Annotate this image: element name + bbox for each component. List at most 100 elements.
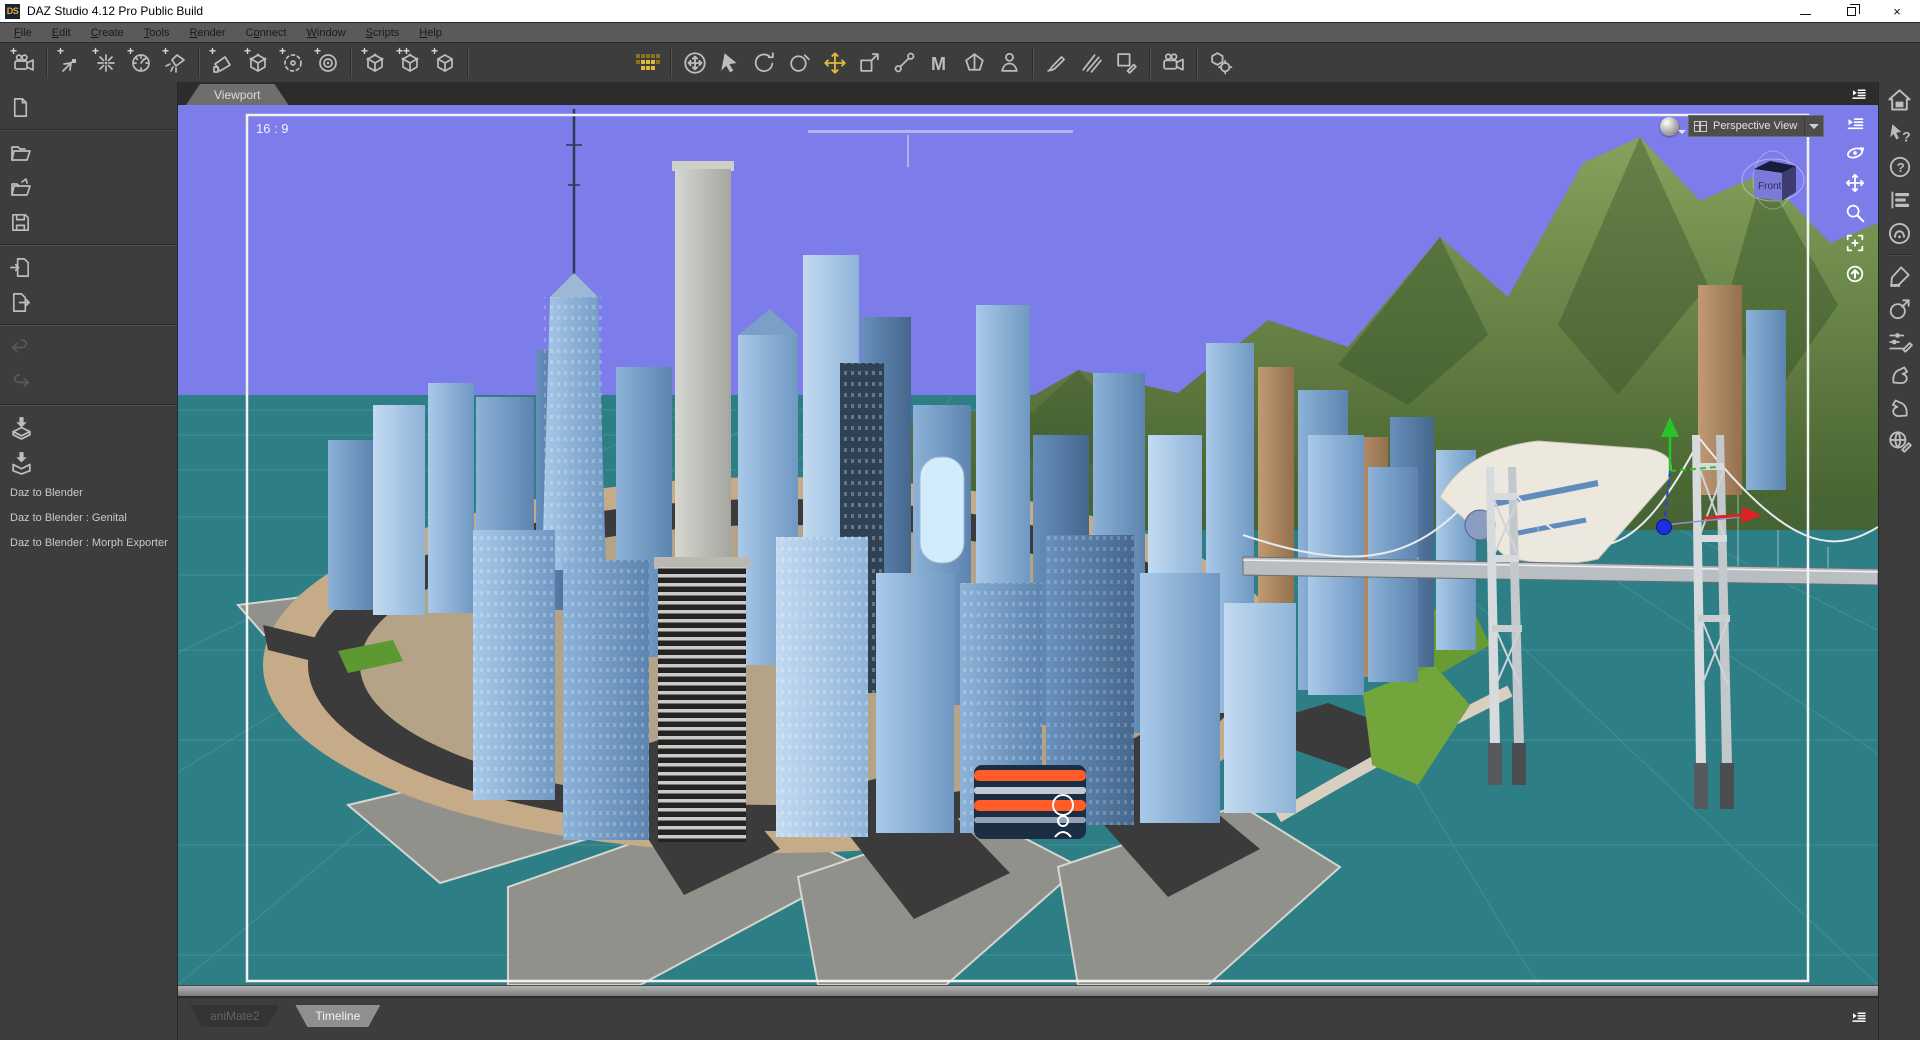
whats-this-icon[interactable]: [1887, 121, 1913, 147]
viewport-camera-controls: [1844, 113, 1866, 284]
rotate-tool-icon[interactable]: [747, 47, 782, 79]
new-node-instances-icon[interactable]: ++: [392, 45, 427, 79]
aspect-ratio-label: 16 : 9: [256, 121, 289, 136]
viewport-layout-icon: [1694, 120, 1707, 132]
save-icon[interactable]: [0, 205, 177, 240]
tab-viewport[interactable]: Viewport: [186, 84, 288, 105]
help-icon[interactable]: [1887, 154, 1913, 180]
daz-home-icon[interactable]: [1886, 87, 1913, 114]
universal-tool-icon[interactable]: [677, 47, 712, 79]
pane-options-icon[interactable]: [1845, 113, 1866, 134]
environment-globe-icon[interactable]: [1887, 428, 1913, 454]
close-button[interactable]: ×: [1874, 0, 1920, 22]
view-selector-label: Perspective View: [1713, 120, 1798, 132]
configure-pen-icon[interactable]: [1887, 263, 1913, 289]
toolbar-separator: [1149, 47, 1151, 78]
sidebar-separator: [0, 404, 177, 406]
tab-animate2[interactable]: aniMate2: [190, 1005, 279, 1027]
toolbar-separator: [198, 47, 200, 78]
undo-icon[interactable]: [0, 330, 177, 365]
new-primitive-icon[interactable]: +: [205, 45, 240, 79]
orbit-camera-icon[interactable]: [1844, 142, 1866, 164]
joint-editor-icon[interactable]: [887, 47, 922, 79]
new-file-icon[interactable]: [0, 90, 177, 125]
sphere-arrow-icon[interactable]: [1887, 296, 1913, 322]
new-sun-light-icon[interactable]: +: [123, 45, 158, 79]
main-toolbar: + + + + + + + + + + ++ + M: [0, 42, 1920, 82]
twist-tool-icon[interactable]: [782, 47, 817, 79]
merge-file-icon[interactable]: [0, 170, 177, 205]
brush-tool-icon[interactable]: [1039, 47, 1074, 79]
menu-tools[interactable]: Tools: [134, 25, 180, 41]
import-icon[interactable]: [0, 250, 177, 285]
node-gear-tool-icon[interactable]: [1203, 47, 1238, 79]
measure-metrics-icon[interactable]: M: [922, 47, 957, 79]
posing-arm-icon[interactable]: [1887, 395, 1913, 421]
scene-grid-icon[interactable]: [630, 47, 665, 79]
frame-camera-icon[interactable]: [1844, 232, 1866, 254]
panel-list-icon[interactable]: [1887, 187, 1913, 213]
pane-options-icon[interactable]: [1850, 1008, 1868, 1031]
new-distant-light-icon[interactable]: +: [53, 45, 88, 79]
aim-camera-icon[interactable]: [1844, 262, 1866, 284]
shaping-arm-icon[interactable]: [1887, 362, 1913, 388]
new-point-light-icon[interactable]: +: [88, 45, 123, 79]
left-sidebar: Daz to Blender Daz to Blender : Genital …: [0, 82, 178, 1040]
script-daz-to-blender-morph-exporter[interactable]: Daz to Blender : Morph Exporter: [0, 530, 177, 555]
viewport-bottom-scrollbar[interactable]: [178, 985, 1878, 997]
menu-file[interactable]: File: [4, 25, 42, 41]
daz-to-blender-icon[interactable]: [0, 410, 177, 445]
menu-connect[interactable]: Connect: [236, 25, 297, 41]
open-file-icon[interactable]: [0, 135, 177, 170]
geometry-editor-icon[interactable]: [957, 47, 992, 79]
script-daz-to-blender-genital[interactable]: Daz to Blender : Genital: [0, 505, 177, 530]
new-node-icon[interactable]: +: [240, 45, 275, 79]
menu-create[interactable]: Create: [81, 25, 134, 41]
figure-setup-icon[interactable]: [992, 47, 1027, 79]
pan-camera-icon[interactable]: [1844, 172, 1866, 194]
surface-selection-icon[interactable]: [1109, 47, 1144, 79]
new-spotlight-icon[interactable]: +: [158, 45, 193, 79]
node-selection-tool-icon[interactable]: [712, 47, 747, 79]
title-bar: DS DAZ Studio 4.12 Pro Public Build ×: [0, 0, 1920, 22]
restore-button[interactable]: [1828, 0, 1874, 22]
menu-scripts[interactable]: Scripts: [356, 25, 410, 41]
script-daz-to-blender[interactable]: Daz to Blender: [0, 480, 177, 505]
minimize-button[interactable]: [1782, 0, 1828, 22]
scene-canvas: 16 : 9: [178, 105, 1878, 985]
menu-window[interactable]: Window: [297, 25, 356, 41]
sidebar-separator: [0, 324, 177, 326]
sidebar-separator: [0, 244, 177, 246]
menu-edit[interactable]: Edit: [42, 25, 81, 41]
translate-tool-icon[interactable]: [817, 47, 852, 79]
new-cube-primitive-icon[interactable]: +: [427, 45, 462, 79]
scale-tool-icon[interactable]: [852, 47, 887, 79]
sliders-pen-icon[interactable]: [1887, 329, 1913, 355]
hair-brush-tool-icon[interactable]: [1074, 47, 1109, 79]
new-node-instance-icon[interactable]: +: [357, 45, 392, 79]
redo-icon[interactable]: [0, 365, 177, 400]
menu-bar: File Edit Create Tools Render Connect Wi…: [0, 22, 1920, 42]
sidebar-separator: [0, 129, 177, 131]
menu-help[interactable]: Help: [409, 25, 452, 41]
export-icon[interactable]: [0, 285, 177, 320]
new-null-icon[interactable]: +: [310, 45, 345, 79]
app-icon: DS: [5, 3, 20, 19]
new-camera-icon[interactable]: +: [6, 45, 41, 79]
toolbar-separator: [1196, 47, 1198, 78]
zoom-camera-icon[interactable]: [1844, 202, 1866, 224]
gizmo-z-axis[interactable]: [1656, 519, 1672, 535]
menu-render[interactable]: Render: [179, 25, 235, 41]
view-cube[interactable]: Front: [1738, 147, 1808, 213]
draw-style-sphere-icon[interactable]: [1660, 117, 1686, 136]
viewport-3d-scene[interactable]: 16 : 9 Perspective View Front: [178, 105, 1878, 985]
new-group-icon[interactable]: +: [275, 45, 310, 79]
info-circle-icon[interactable]: [1886, 220, 1913, 247]
tab-timeline[interactable]: Timeline: [295, 1005, 380, 1027]
chevron-down-icon[interactable]: [1804, 116, 1823, 136]
viewport-tab-row: Viewport: [178, 82, 1878, 105]
view-selector-dropdown[interactable]: Perspective View: [1688, 115, 1824, 137]
toolbar-separator: [46, 47, 48, 78]
spot-render-icon[interactable]: [1156, 47, 1191, 79]
daz-to-blender-box-icon[interactable]: [0, 445, 177, 480]
